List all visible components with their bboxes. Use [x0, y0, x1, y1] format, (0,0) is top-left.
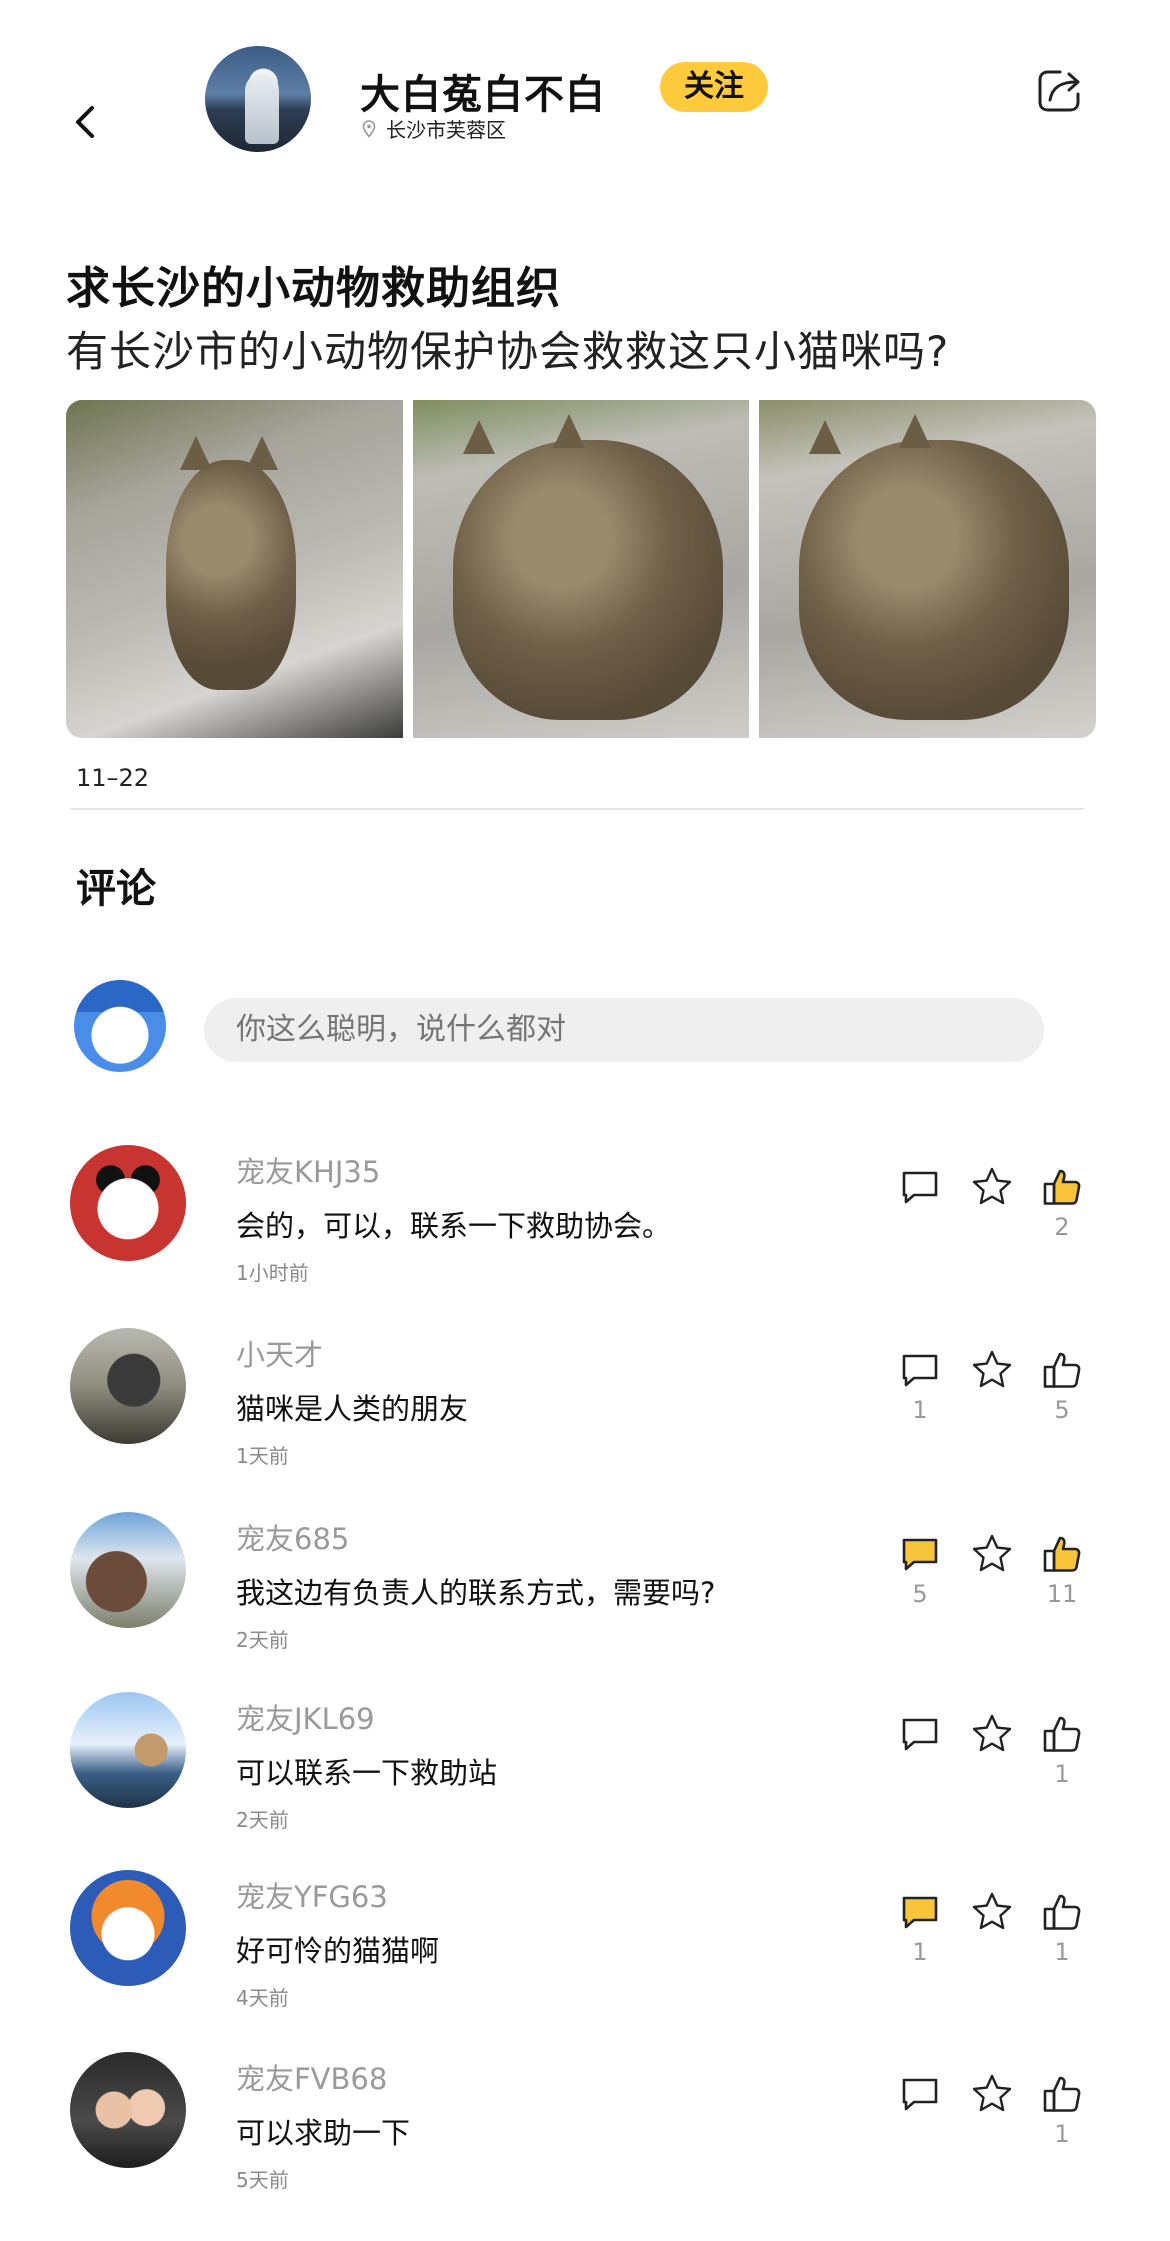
- like-button[interactable]: 2: [1040, 1165, 1084, 1241]
- comment-text: 猫咪是人类的朋友: [236, 1392, 469, 1426]
- reply-count: 1: [912, 1396, 928, 1424]
- like-count: 1: [1054, 2120, 1070, 2148]
- location-pin-icon: [362, 119, 376, 138]
- reply-count: 5: [912, 1580, 928, 1608]
- thumbs-up-icon: [1043, 1169, 1081, 1205]
- share-icon: [1038, 70, 1080, 112]
- thumbs-up-icon: [1043, 1536, 1081, 1572]
- comment-bubble-icon: [902, 1718, 938, 1751]
- comment-text: 好可怜的猫猫啊: [236, 1934, 440, 1968]
- divider: [70, 808, 1084, 810]
- comment-item: 宠友JKL69 可以联系一下救助站 2天前 1: [0, 1692, 1170, 1842]
- reply-button[interactable]: 1: [898, 1890, 942, 1966]
- comment-text: 会的，可以，联系一下救助协会。: [236, 1209, 672, 1243]
- favorite-button[interactable]: [970, 1165, 1014, 1209]
- back-button[interactable]: [66, 100, 106, 144]
- follow-button[interactable]: 关注: [660, 62, 768, 112]
- commenter-name[interactable]: 宠友YFG63: [236, 1874, 388, 1916]
- share-button[interactable]: [1036, 66, 1086, 114]
- like-count: 1: [1054, 1760, 1070, 1788]
- comment-time: 1小时前: [236, 1261, 309, 1285]
- star-icon: [972, 1167, 1012, 1205]
- comment-bubble-icon: [902, 1538, 938, 1571]
- thumbs-up-icon: [1043, 1352, 1081, 1388]
- like-button[interactable]: 1: [1040, 1890, 1084, 1966]
- post-title: 求长沙的小动物救助组织: [66, 263, 561, 314]
- star-icon: [972, 2074, 1012, 2112]
- comments-heading: 评论: [76, 866, 156, 912]
- favorite-button[interactable]: [970, 1532, 1014, 1576]
- comment-time: 1天前: [236, 1444, 289, 1468]
- comment-item: 宠友685 我这边有负责人的联系方式，需要吗? 2天前 5 11: [0, 1512, 1170, 1662]
- favorite-button[interactable]: [970, 2072, 1014, 2116]
- my-avatar: [74, 980, 166, 1072]
- like-button[interactable]: 1: [1040, 1712, 1084, 1788]
- like-button[interactable]: 5: [1040, 1348, 1084, 1424]
- comment-time: 2天前: [236, 1808, 289, 1832]
- reply-button[interactable]: [898, 2072, 942, 2116]
- post-photo-grid: [66, 400, 1096, 738]
- comment-bubble-icon: [902, 1171, 938, 1204]
- reply-count: 1: [912, 1938, 928, 1966]
- reply-button[interactable]: [898, 1165, 942, 1209]
- comment-text: 我这边有负责人的联系方式，需要吗?: [236, 1576, 716, 1610]
- post-photo[interactable]: [66, 400, 403, 738]
- like-button[interactable]: 1: [1040, 2072, 1084, 2148]
- like-count: 1: [1054, 1938, 1070, 1966]
- thumbs-up-icon: [1043, 2076, 1081, 2112]
- comment-text: 可以求助一下: [236, 2116, 411, 2150]
- commenter-name[interactable]: 宠友KHJ35: [236, 1149, 380, 1191]
- post-body: 有长沙市的小动物保护协会救救这只小猫咪吗?: [66, 327, 950, 376]
- comment-item: 小天才猫咪是人类的朋友 1天前 1 5: [0, 1328, 1170, 1478]
- author-location: 长沙市芙蓉区: [362, 114, 506, 143]
- like-count: 2: [1054, 1213, 1070, 1241]
- reply-button[interactable]: [898, 1712, 942, 1756]
- post-photo[interactable]: [759, 400, 1096, 738]
- star-icon: [972, 1350, 1012, 1388]
- location-text: 长沙市芙蓉区: [386, 118, 506, 142]
- comment-text: 可以联系一下救助站: [236, 1756, 498, 1790]
- post-photo[interactable]: [412, 400, 750, 738]
- author-name[interactable]: 大白菟白不白: [360, 62, 606, 120]
- comment-time: 2天前: [236, 1628, 289, 1652]
- comment-input[interactable]: [204, 998, 1044, 1062]
- thumbs-up-icon: [1043, 1894, 1081, 1930]
- comment-item: 宠友KHJ35 会的，可以，联系一下救助协会。 1小时前 2: [0, 1145, 1170, 1295]
- commenter-avatar[interactable]: [70, 1512, 186, 1628]
- commenter-avatar[interactable]: [70, 2052, 186, 2168]
- reply-button[interactable]: 1: [898, 1348, 942, 1424]
- commenter-name[interactable]: 宠友FVB68: [236, 2056, 387, 2098]
- comment-time: 4天前: [236, 1986, 289, 2010]
- comment-bubble-icon: [902, 1354, 938, 1387]
- comment-bubble-icon: [902, 1896, 938, 1929]
- like-count: 11: [1046, 1580, 1078, 1608]
- favorite-button[interactable]: [970, 1890, 1014, 1934]
- author-avatar[interactable]: [205, 46, 311, 152]
- commenter-name[interactable]: 小天才: [236, 1332, 323, 1374]
- commenter-name[interactable]: 宠友685: [236, 1516, 349, 1558]
- post-date: 11–22: [76, 764, 150, 792]
- comment-item: 宠友FVB68 可以求助一下 5天前 1: [0, 2052, 1170, 2202]
- reply-button[interactable]: 5: [898, 1532, 942, 1608]
- star-icon: [972, 1714, 1012, 1752]
- commenter-name[interactable]: 宠友JKL69: [236, 1696, 375, 1738]
- comment-time: 5天前: [236, 2168, 289, 2192]
- commenter-avatar[interactable]: [70, 1870, 186, 1986]
- thumbs-up-icon: [1043, 1716, 1081, 1752]
- commenter-avatar[interactable]: [70, 1145, 186, 1261]
- comment-item: 宠友YFG63 好可怜的猫猫啊 4天前 1 1: [0, 1870, 1170, 2020]
- commenter-avatar[interactable]: [70, 1692, 186, 1808]
- star-icon: [972, 1534, 1012, 1572]
- chevron-left-icon: [76, 106, 94, 138]
- like-button[interactable]: 11: [1040, 1532, 1084, 1608]
- commenter-avatar[interactable]: [70, 1328, 186, 1444]
- favorite-button[interactable]: [970, 1348, 1014, 1392]
- comment-bubble-icon: [902, 2078, 938, 2111]
- like-count: 5: [1054, 1396, 1070, 1424]
- star-icon: [972, 1892, 1012, 1930]
- favorite-button[interactable]: [970, 1712, 1014, 1756]
